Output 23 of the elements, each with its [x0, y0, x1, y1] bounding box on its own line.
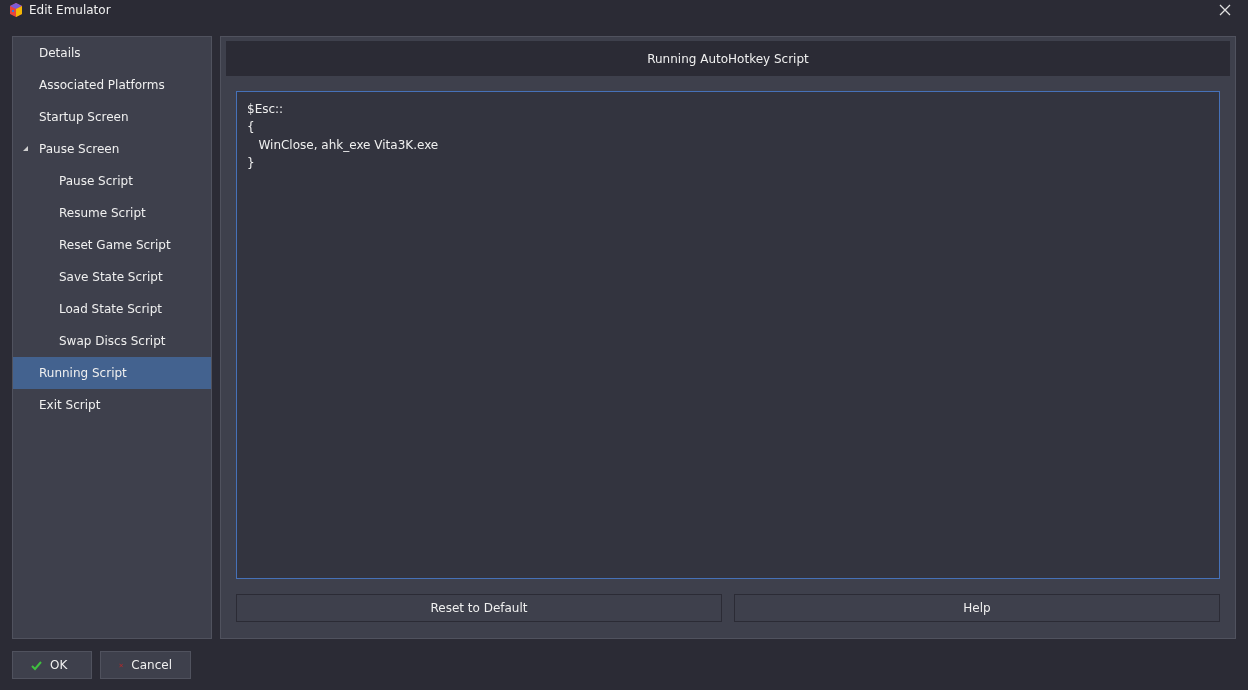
sidebar-item[interactable]: Swap Discs Script [13, 325, 211, 357]
sidebar-item[interactable]: Associated Platforms [13, 69, 211, 101]
sidebar-item[interactable]: Resume Script [13, 197, 211, 229]
panel-header: Running AutoHotkey Script [226, 41, 1230, 76]
ok-button[interactable]: OK [12, 651, 92, 679]
window-title: Edit Emulator [29, 3, 112, 17]
sidebar-item[interactable]: Running Script [13, 357, 211, 389]
sidebar-item[interactable]: Save State Script [13, 261, 211, 293]
sidebar-item[interactable]: Exit Script [13, 389, 211, 421]
sidebar-item[interactable]: Pause Screen [13, 133, 211, 165]
sidebar-item[interactable]: Load State Script [13, 293, 211, 325]
panel-button[interactable]: Reset to Default [236, 594, 722, 622]
close-icon[interactable] [1218, 3, 1232, 17]
sidebar-item[interactable]: Startup Screen [13, 101, 211, 133]
expander-icon[interactable] [23, 146, 28, 151]
panel-button[interactable]: Help [734, 594, 1220, 622]
cube-icon [9, 3, 23, 17]
sidebar-item[interactable]: Pause Script [13, 165, 211, 197]
sidebar-item[interactable]: Details [13, 37, 211, 69]
sidebar-item[interactable]: Reset Game Script [13, 229, 211, 261]
check-icon [31, 659, 42, 671]
cancel-button[interactable]: Cancel [100, 651, 191, 679]
script-editor[interactable]: $Esc:: { WinClose, ahk_exe Vita3K.exe } [236, 91, 1220, 579]
